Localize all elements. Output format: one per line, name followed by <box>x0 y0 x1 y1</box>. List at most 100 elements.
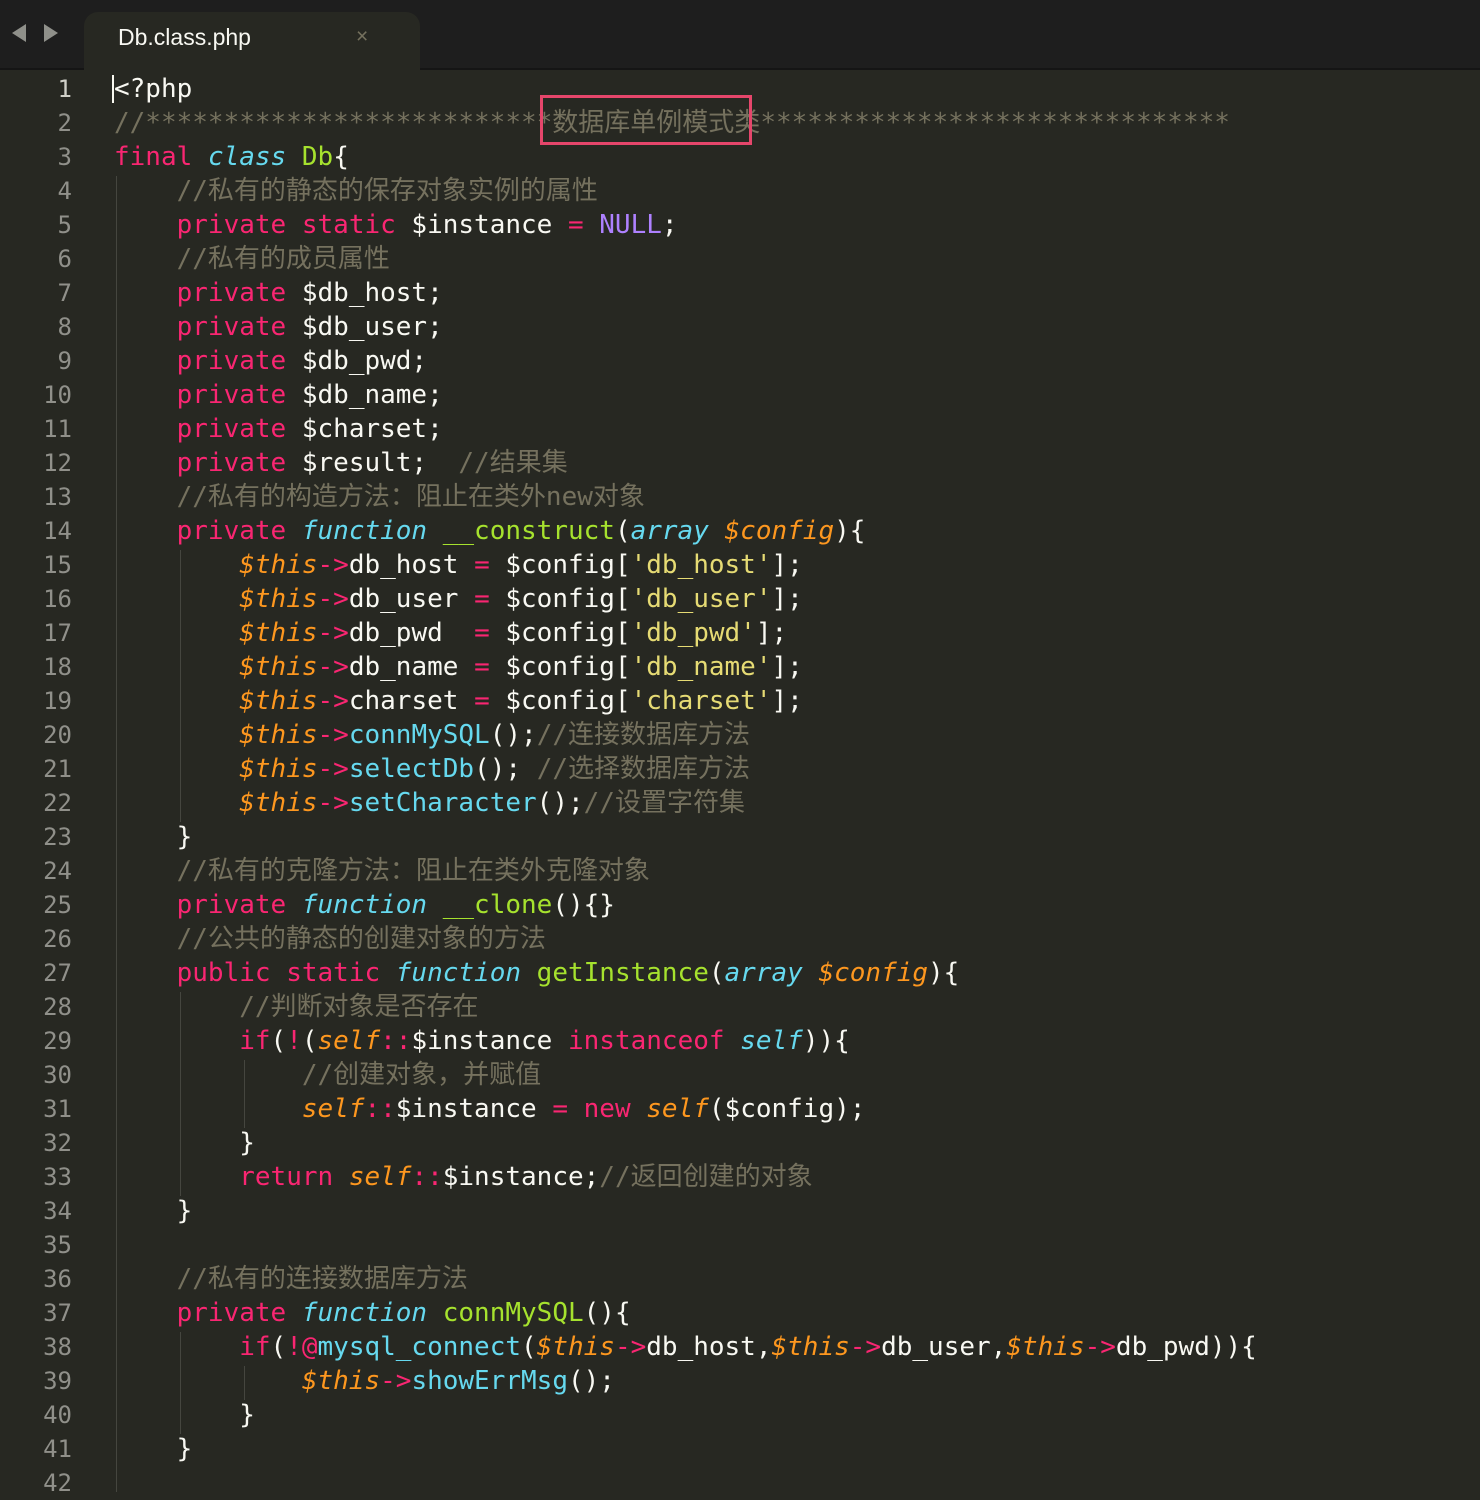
back-arrow-icon[interactable] <box>12 24 26 42</box>
line-number: 15 <box>43 551 72 579</box>
line-number: 24 <box>43 857 72 885</box>
line-number: 33 <box>43 1163 72 1191</box>
tab-db-class-php[interactable]: Db.class.php × <box>84 12 420 70</box>
code-token: $config <box>818 958 929 988</box>
line-number: 23 <box>43 823 72 851</box>
code-line: //私有的静态的保存对象实例的属性 <box>114 174 598 208</box>
line-number: 34 <box>43 1197 72 1225</box>
code-token: = <box>474 618 490 648</box>
code-token: array <box>724 958 803 988</box>
code-token: ]; <box>771 652 803 682</box>
code-token: static <box>286 958 381 988</box>
code-token: $this <box>239 720 318 750</box>
code-token: -> <box>380 1366 412 1396</box>
line-number: 30 <box>43 1061 72 1089</box>
code-token: -> <box>317 550 349 580</box>
code-token: } <box>114 822 193 852</box>
code-editor[interactable]: <?php//**************************数据库单例模式… <box>114 70 1480 1492</box>
line-number: 10 <box>43 381 72 409</box>
code-token: :: <box>411 1162 443 1192</box>
code-token: $config[ <box>489 652 631 682</box>
code-token: -> <box>317 788 349 818</box>
code-token: = <box>474 584 490 614</box>
code-token: mysql_connect <box>317 1332 522 1362</box>
code-token: private <box>176 516 287 546</box>
line-number: 7 <box>57 279 72 307</box>
line-number: 19 <box>43 687 72 715</box>
code-line: $this->db_user = $config['db_user']; <box>114 582 803 616</box>
code-token: $config[ <box>489 550 631 580</box>
code-token: $this <box>771 1332 850 1362</box>
code-token: static <box>301 210 396 240</box>
close-icon[interactable]: × <box>356 25 368 49</box>
code-line: private $db_user; <box>114 310 443 344</box>
code-token: $this <box>536 1332 615 1362</box>
line-number: 35 <box>43 1231 72 1259</box>
code-token: $this <box>239 686 318 716</box>
code-token: //结果集 <box>458 448 568 478</box>
code-token: -> <box>317 754 349 784</box>
code-token: (); <box>489 720 537 750</box>
code-token: -> <box>614 1332 647 1362</box>
code-line: final class Db{ <box>114 140 349 174</box>
code-token: $charset; <box>286 414 443 444</box>
code-token: $this <box>1006 1332 1085 1362</box>
code-token: private <box>176 312 287 342</box>
code-line: $this->connMySQL();//连接数据库方法 <box>114 718 750 752</box>
code-line: $this->selectDb(); //选择数据库方法 <box>114 752 750 786</box>
line-number: 3 <box>57 143 72 171</box>
code-line: //私有的成员属性 <box>114 242 390 276</box>
code-token: //公共的静态的创建对象的方法 <box>176 924 546 954</box>
code-token: $this <box>239 754 318 784</box>
code-token: $this <box>239 584 318 614</box>
line-number: 26 <box>43 925 72 953</box>
code-token: ){ <box>928 958 960 988</box>
line-number: 22 <box>43 789 72 817</box>
code-line: } <box>114 820 193 854</box>
line-number: 31 <box>43 1095 72 1123</box>
code-line: } <box>114 1398 255 1432</box>
code-token: (); <box>536 788 584 818</box>
code-token: = <box>567 210 584 240</box>
code-token: -> <box>317 584 349 614</box>
code-token: $db_pwd; <box>286 346 428 376</box>
code-token: } <box>114 1128 255 1158</box>
code-token: 'db_name' <box>630 652 772 682</box>
code-token: ]; <box>771 584 803 614</box>
line-number: 5 <box>57 211 72 239</box>
forward-arrow-icon[interactable] <box>44 24 58 42</box>
code-line: //创建对象，并赋值 <box>114 1058 541 1092</box>
code-token: !@ <box>286 1332 318 1362</box>
code-token: ( <box>270 1332 287 1362</box>
code-token: function <box>301 516 428 546</box>
line-number: 4 <box>57 177 72 205</box>
code-token: self <box>301 1094 365 1124</box>
code-token: $config[ <box>489 686 631 716</box>
code-token: $instance <box>411 1026 568 1056</box>
tab-bar: Db.class.php × <box>0 0 1480 70</box>
code-token: } <box>114 1196 193 1226</box>
code-line: $this->setCharacter();//设置字符集 <box>114 786 745 820</box>
code-token: charset <box>348 686 475 716</box>
code-line: //私有的连接数据库方法 <box>114 1262 468 1296</box>
